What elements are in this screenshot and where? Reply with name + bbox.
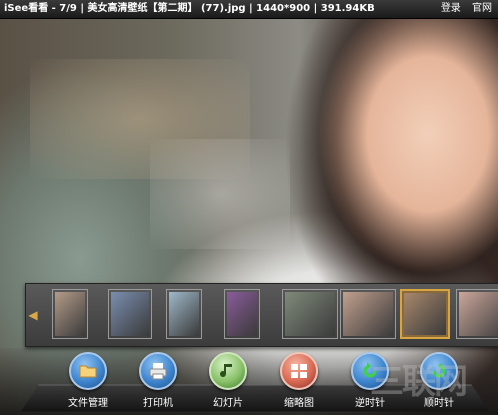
thumbnail-image [459,292,498,336]
thumbnail-image [343,292,393,336]
chevron-left-icon[interactable]: ◀ [28,306,38,324]
thumbnail-image [404,293,446,335]
thumbnail-image [169,292,199,336]
thumbnail-8[interactable] [456,289,498,339]
file-manager-label: 文件管理 [68,398,108,409]
window-title: iSee看看 - 7/9 | 美女高清壁纸【第二期】 (77).jpg | 14… [4,3,375,14]
title-bar: iSee看看 - 7/9 | 美女高清壁纸【第二期】 (77).jpg | 14… [0,0,498,19]
thumbnail-view-label: 缩略图 [284,398,314,409]
grid-icon [280,352,318,390]
thumbnail-strip: ◀ [25,283,498,347]
printer-label: 打印机 [143,398,173,409]
thumbnail-image [111,292,149,336]
folder-icon [69,352,107,390]
slideshow-button[interactable]: 幻灯片 [200,352,256,414]
thumbnail-6[interactable] [340,289,396,339]
official-site-link[interactable]: 官网 [472,3,492,14]
watermark-text: 三联网 [370,362,468,402]
thumbnail-image [227,292,257,336]
thumbnail-7[interactable] [400,289,450,339]
thumbnail-image [55,292,85,336]
thumbnail-2[interactable] [108,289,152,339]
thumbnail-view-button[interactable]: 缩略图 [271,352,327,414]
title-links: 登录 官网 [433,0,492,18]
thumbnail-image [285,292,335,336]
thumbnail-1[interactable] [52,289,88,339]
thumbnail-3[interactable] [166,289,202,339]
login-link[interactable]: 登录 [441,3,461,14]
file-manager-button[interactable]: 文件管理 [60,352,116,414]
music-note-icon [209,352,247,390]
printer-button[interactable]: 打印机 [130,352,186,414]
slideshow-label: 幻灯片 [213,398,243,409]
thumbnail-5[interactable] [282,289,338,339]
printer-icon [139,352,177,390]
thumbnail-4[interactable] [224,289,260,339]
photo-background-highlight [150,139,290,249]
